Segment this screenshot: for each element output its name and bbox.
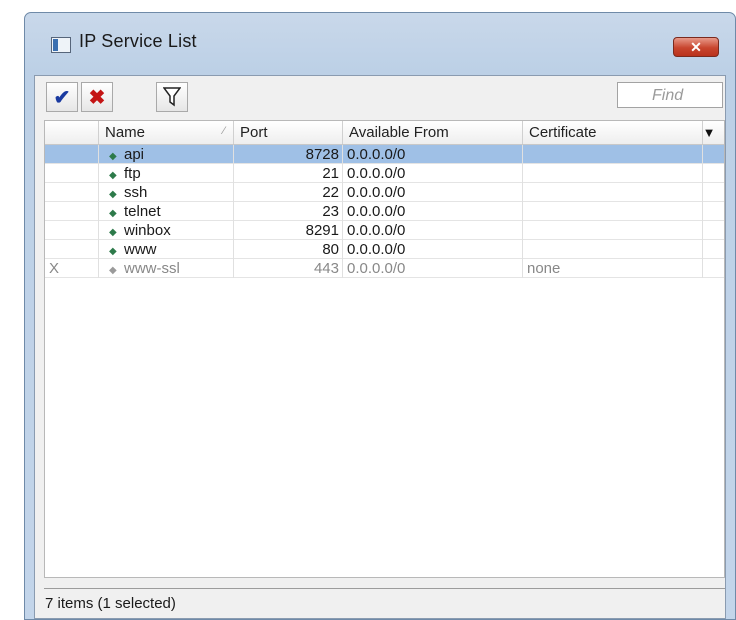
enable-button[interactable]: ✔: [46, 82, 78, 112]
service-name-label: winbox: [124, 222, 171, 239]
service-port: 80: [234, 240, 343, 259]
service-port: 8728: [234, 145, 343, 164]
service-port: 21: [234, 164, 343, 183]
status-bar: 7 items (1 selected): [44, 588, 725, 614]
sort-indicator-icon: ⁄: [223, 125, 225, 137]
service-icon: ◆: [109, 151, 117, 162]
service-name: ◆ ftp: [99, 164, 234, 183]
table-header: Name ⁄ Port Available From Certificate ▼: [45, 121, 724, 145]
service-icon: ◆: [109, 246, 117, 257]
service-table: Name ⁄ Port Available From Certificate ▼…: [44, 120, 725, 578]
service-icon: ◆: [109, 208, 117, 219]
service-port: 23: [234, 202, 343, 221]
service-name: ◆ ssh: [99, 183, 234, 202]
service-certificate: [523, 145, 703, 164]
service-name-label: www: [124, 241, 157, 258]
service-available-from: 0.0.0.0/0: [343, 202, 523, 221]
service-available-from: 0.0.0.0/0: [343, 164, 523, 183]
dropdown-arrow-icon: ▼: [702, 125, 716, 140]
row-flag: [45, 164, 99, 183]
service-available-from: 0.0.0.0/0: [343, 145, 523, 164]
row-flag: [45, 183, 99, 202]
toolbar: ✔ ✖: [35, 76, 725, 120]
service-available-from: 0.0.0.0/0: [343, 221, 523, 240]
service-name: ◆ telnet: [99, 202, 234, 221]
service-certificate: [523, 202, 703, 221]
column-header-flag[interactable]: [45, 121, 99, 144]
service-icon: ◆: [109, 189, 117, 200]
checkmark-icon: ✔: [53, 86, 71, 109]
service-name: ◆ api: [99, 145, 234, 164]
table-row[interactable]: ◆ api 8728 0.0.0.0/0: [45, 145, 724, 164]
table-row[interactable]: ◆ ftp 21 0.0.0.0/0: [45, 164, 724, 183]
service-icon: ◆: [109, 227, 117, 238]
service-port: 22: [234, 183, 343, 202]
service-name-label: api: [124, 146, 145, 163]
ip-service-list-window: IP Service List ✕ ✔ ✖ Name: [24, 12, 736, 620]
table-row[interactable]: ◆ telnet 23 0.0.0.0/0: [45, 202, 724, 221]
service-name: ◆ winbox: [99, 221, 234, 240]
table-row[interactable]: X ◆ www-ssl 443 0.0.0.0/0 none: [45, 259, 724, 278]
find-input[interactable]: [617, 82, 723, 108]
service-port: 8291: [234, 221, 343, 240]
service-available-from: 0.0.0.0/0: [343, 183, 523, 202]
column-menu-button[interactable]: ▼: [694, 121, 724, 144]
service-name-label: ssh: [124, 184, 148, 201]
service-icon: ◆: [109, 170, 117, 181]
column-header-certificate[interactable]: Certificate: [523, 121, 703, 144]
table-row[interactable]: ◆ ssh 22 0.0.0.0/0: [45, 183, 724, 202]
window-icon: [51, 37, 71, 53]
row-flag: [45, 202, 99, 221]
close-button[interactable]: ✕: [673, 37, 719, 57]
service-certificate: [523, 221, 703, 240]
column-header-available-from[interactable]: Available From: [343, 121, 523, 144]
column-header-port[interactable]: Port: [234, 121, 343, 144]
filter-button[interactable]: [156, 82, 188, 112]
cross-icon: ✖: [88, 86, 106, 109]
service-name: ◆ www: [99, 240, 234, 259]
service-certificate: [523, 183, 703, 202]
service-certificate: [523, 240, 703, 259]
window-title: IP Service List: [79, 31, 197, 51]
column-header-name[interactable]: Name ⁄: [99, 121, 234, 144]
service-name-label: telnet: [124, 203, 161, 220]
row-flag: X: [45, 259, 99, 278]
service-certificate: none: [523, 259, 703, 278]
table-row[interactable]: ◆ www 80 0.0.0.0/0: [45, 240, 724, 259]
service-name: ◆ www-ssl: [99, 259, 234, 278]
service-name-label: ftp: [124, 165, 141, 182]
row-flag: [45, 145, 99, 164]
row-flag: [45, 240, 99, 259]
disable-button[interactable]: ✖: [81, 82, 113, 112]
row-flag: [45, 221, 99, 240]
service-icon: ◆: [109, 265, 117, 276]
service-available-from: 0.0.0.0/0: [343, 259, 523, 278]
service-name-label: www-ssl: [124, 260, 180, 277]
filter-icon: [163, 87, 181, 107]
close-icon: ✕: [690, 38, 702, 55]
column-header-name-label: Name: [105, 124, 146, 141]
service-port: 443: [234, 259, 343, 278]
table-row[interactable]: ◆ winbox 8291 0.0.0.0/0: [45, 221, 724, 240]
service-certificate: [523, 164, 703, 183]
service-available-from: 0.0.0.0/0: [343, 240, 523, 259]
client-area: ✔ ✖ Name ⁄ Port Available From C: [34, 75, 726, 619]
title-bar[interactable]: IP Service List ✕: [25, 13, 735, 77]
